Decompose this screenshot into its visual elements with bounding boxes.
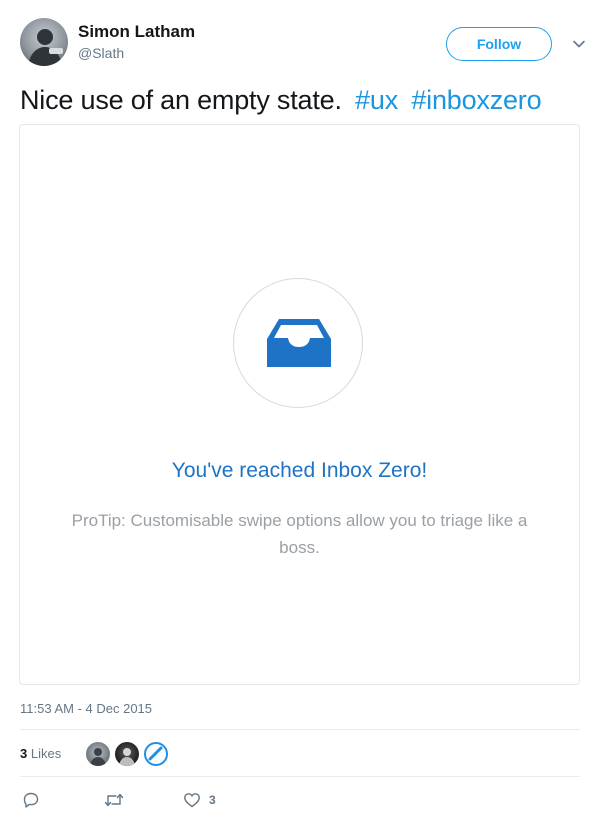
chevron-down-icon[interactable] bbox=[571, 36, 587, 52]
reply-icon bbox=[23, 792, 39, 808]
user-avatar-icon bbox=[28, 29, 63, 66]
likes-label: Likes bbox=[30, 746, 62, 761]
divider bbox=[20, 776, 580, 777]
author-name[interactable]: Simon Latham bbox=[78, 21, 195, 43]
retweet-icon bbox=[104, 793, 124, 807]
follow-button[interactable]: Follow bbox=[446, 27, 552, 61]
hashtag-ux[interactable]: #ux bbox=[355, 85, 398, 115]
liker-avatar[interactable] bbox=[144, 742, 168, 766]
like-count: 3 bbox=[209, 793, 216, 807]
likes-number: 3 bbox=[20, 746, 28, 761]
retweet-button[interactable] bbox=[104, 788, 124, 812]
empty-state-circle bbox=[233, 278, 363, 408]
likes-count[interactable]: 3 Likes bbox=[20, 745, 61, 763]
liker-avatar[interactable] bbox=[86, 742, 110, 766]
hashtag-inboxzero[interactable]: #inboxzero bbox=[411, 85, 541, 115]
tweet-header: Simon Latham @Slath Follow bbox=[20, 18, 587, 70]
empty-state-title: You've reached Inbox Zero! bbox=[171, 459, 428, 482]
inbox-tray-icon bbox=[267, 319, 331, 367]
tweet-timestamp[interactable]: 11:53 AM - 4 Dec 2015 bbox=[20, 700, 152, 718]
media-image[interactable]: You've reached Inbox Zero! ProTip: Custo… bbox=[19, 124, 580, 685]
reply-button[interactable] bbox=[22, 788, 40, 812]
tweet-body: Nice use of an empty state. bbox=[20, 85, 342, 115]
like-button[interactable]: 3 bbox=[183, 788, 216, 812]
author-avatar[interactable] bbox=[20, 18, 68, 66]
tweet-actions: 3 bbox=[20, 788, 587, 812]
author-info[interactable]: Simon Latham @Slath bbox=[78, 21, 195, 63]
likes-row: 3 Likes bbox=[20, 740, 587, 768]
empty-state-tip: ProTip: Customisable swipe options allow… bbox=[71, 511, 528, 557]
heart-icon bbox=[184, 793, 200, 808]
tweet-text: Nice use of an empty state. #ux #inboxze… bbox=[20, 82, 542, 118]
liker-avatar[interactable] bbox=[115, 742, 139, 766]
tweet-card: Simon Latham @Slath Follow Nice use of a… bbox=[0, 0, 607, 833]
divider bbox=[20, 729, 580, 730]
author-handle[interactable]: @Slath bbox=[78, 43, 195, 63]
